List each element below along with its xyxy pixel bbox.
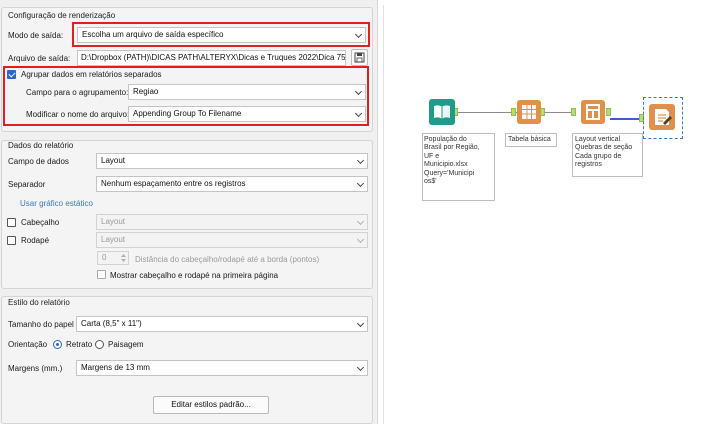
basic-table-tool[interactable] bbox=[517, 100, 541, 124]
grouping-highlight bbox=[3, 66, 369, 126]
rendering-section-title: Configuração de renderização bbox=[8, 11, 116, 20]
edit-default-styles-button[interactable]: Editar estilos padrão... bbox=[153, 396, 269, 414]
render-tool[interactable] bbox=[649, 104, 675, 130]
paper-size-dropdown[interactable]: Carta (8,5" x 11") bbox=[76, 316, 368, 332]
footer-dropdown[interactable]: Layout bbox=[96, 232, 368, 248]
input-data-label: População do Brasil por Região, UF e Mun… bbox=[424, 136, 480, 186]
landscape-label: Paisagem bbox=[108, 340, 144, 349]
chevron-down-icon bbox=[356, 156, 365, 165]
input-data-tool[interactable] bbox=[429, 99, 455, 125]
layout-icon bbox=[586, 104, 600, 120]
distance-stepper[interactable]: 0 bbox=[97, 251, 129, 265]
connector-line bbox=[610, 118, 639, 120]
chevron-down-icon bbox=[356, 319, 365, 328]
input-anchor[interactable] bbox=[571, 108, 576, 116]
render-icon bbox=[655, 109, 672, 125]
portrait-label: Retrato bbox=[66, 340, 93, 349]
static-graphic-label[interactable]: Usar gráfico estático bbox=[20, 199, 93, 208]
output-mode-label: Modo de saída: bbox=[8, 31, 64, 40]
data-field-dropdown[interactable]: Layout bbox=[96, 153, 368, 169]
chevron-down-icon bbox=[356, 235, 365, 244]
output-mode-highlight bbox=[72, 22, 370, 47]
chevron-down-icon bbox=[356, 217, 365, 226]
workflow-canvas[interactable]: População do Brasil por Região, UF e Mun… bbox=[383, 5, 709, 424]
separator-value: Nenhum espaçamento entre os registros bbox=[101, 179, 246, 188]
data-field-value: Layout bbox=[101, 156, 126, 165]
input-data-book-icon bbox=[434, 105, 450, 119]
header-value: Layout bbox=[101, 217, 126, 226]
configuration-panel: Configuração de renderização Modo de saí… bbox=[0, 0, 378, 424]
save-file-button[interactable] bbox=[351, 49, 368, 66]
header-label: Cabeçalho bbox=[21, 218, 60, 227]
chevron-down-icon bbox=[356, 179, 365, 188]
report-data-section-title: Dados do relatório bbox=[8, 141, 74, 150]
output-file-label: Arquivo de saída: bbox=[8, 54, 71, 63]
separator-dropdown[interactable]: Nenhum espaçamento entre os registros bbox=[96, 176, 368, 192]
connector-line bbox=[457, 112, 518, 113]
output-file-value: D:\Dropbox (PATH)\DICAS PATH\ALTERYX\Dic… bbox=[81, 53, 346, 62]
stepper-arrows-icon bbox=[121, 254, 126, 262]
margins-value: Margens de 13 mm bbox=[81, 363, 150, 372]
footer-label: Rodapé bbox=[21, 236, 50, 245]
chevron-down-icon bbox=[356, 363, 365, 372]
paper-size-label: Tamanho do papel bbox=[8, 320, 74, 329]
margins-dropdown[interactable]: Margens de 13 mm bbox=[76, 360, 368, 376]
distance-label: Distância do cabeçalho/rodapé até a bord… bbox=[135, 255, 320, 264]
separator-label: Separador bbox=[8, 180, 46, 189]
paper-size-value: Carta (8,5" x 11") bbox=[81, 319, 142, 328]
orientation-label: Orientação bbox=[8, 340, 48, 349]
output-anchor[interactable] bbox=[606, 108, 611, 116]
basic-table-icon bbox=[522, 105, 536, 119]
output-file-field[interactable]: D:\Dropbox (PATH)\DICAS PATH\ALTERYX\Dic… bbox=[77, 50, 346, 66]
footer-checkbox[interactable] bbox=[7, 236, 16, 245]
basic-table-label: Tabela básica bbox=[508, 136, 551, 143]
floppy-disk-icon bbox=[354, 52, 365, 63]
landscape-radio[interactable] bbox=[95, 340, 104, 349]
portrait-radio[interactable] bbox=[53, 340, 62, 349]
distance-value: 0 bbox=[102, 253, 107, 262]
header-dropdown[interactable]: Layout bbox=[96, 214, 368, 230]
footer-value: Layout bbox=[101, 235, 126, 244]
header-checkbox[interactable] bbox=[7, 218, 16, 227]
data-field-label: Campo de dados bbox=[8, 157, 69, 166]
report-style-section-title: Estilo do relatório bbox=[8, 298, 70, 307]
input-anchor[interactable] bbox=[511, 108, 516, 116]
layout-label: Layout vertical Quebras de seção Cada gr… bbox=[575, 136, 633, 169]
show-first-page-label: Mostrar cabeçalho e rodapé na primeira p… bbox=[110, 271, 279, 280]
layout-tool[interactable] bbox=[581, 100, 605, 124]
show-first-page-checkbox[interactable] bbox=[97, 270, 106, 279]
margins-label: Margens (mm.) bbox=[8, 364, 63, 373]
